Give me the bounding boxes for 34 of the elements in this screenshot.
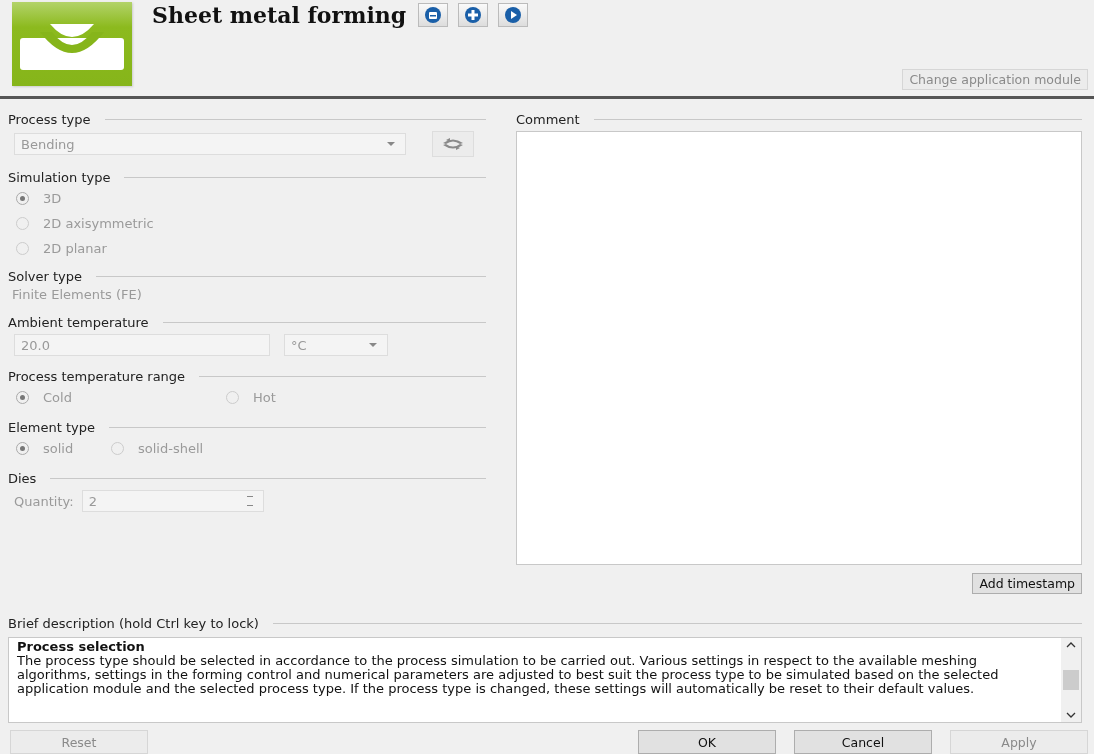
group-label: Dies	[8, 470, 37, 486]
add-icon	[464, 6, 483, 24]
group-label: Process type	[8, 111, 91, 127]
radio-label: solid-shell	[138, 441, 204, 456]
radio-label: 2D axisymmetric	[43, 216, 154, 231]
module-title: Sheet metal forming	[152, 2, 407, 28]
radio-label: 3D	[43, 191, 62, 206]
radio-label: Hot	[253, 390, 276, 405]
description-text: The process type should be selected in accordance to the process simulation to be carried out. Various settings in respect to the available meshing algorithms, settings in the forming control and numerical parameters are adjusted to best suit the process type to be simulated based on the selected application module and the selected process type. If the process type is changed, these settings will automatically be reset to their default values.	[17, 654, 1000, 696]
dialog-button[interactable]: Cancel	[794, 730, 932, 754]
radio-label: solid	[43, 441, 74, 456]
scroll-up-icon[interactable]	[1066, 642, 1076, 648]
app-logo-icon	[12, 2, 132, 86]
play-icon	[504, 6, 523, 24]
scrollbar-thumb[interactable]	[1063, 670, 1079, 690]
swap-button[interactable]	[432, 131, 474, 157]
radio-label: 2D planar	[43, 241, 107, 256]
group-label: Solver type	[8, 268, 83, 284]
radio-label: Cold	[43, 390, 72, 405]
comment-field[interactable]	[516, 131, 1082, 565]
play-button[interactable]	[498, 3, 529, 27]
group-label: Element type	[8, 419, 95, 435]
quantity-label: Quantity:	[14, 493, 74, 509]
solver-value: Finite Elements (FE)	[12, 287, 143, 302]
scroll-down-icon[interactable]	[1066, 712, 1076, 718]
group-label: Simulation type	[8, 169, 111, 185]
description-heading: Process selection	[17, 640, 146, 654]
add-button[interactable]	[458, 3, 489, 27]
group-label: Ambient temperature	[8, 314, 149, 330]
group-label: Comment	[516, 111, 580, 127]
group-label: Brief description (hold Ctrl key to lock)	[8, 615, 259, 631]
add-timestamp-button[interactable]: Add timestamp	[972, 573, 1082, 594]
dialog-button[interactable]: OK	[638, 730, 776, 754]
group-label: Process temperature range	[8, 368, 186, 384]
